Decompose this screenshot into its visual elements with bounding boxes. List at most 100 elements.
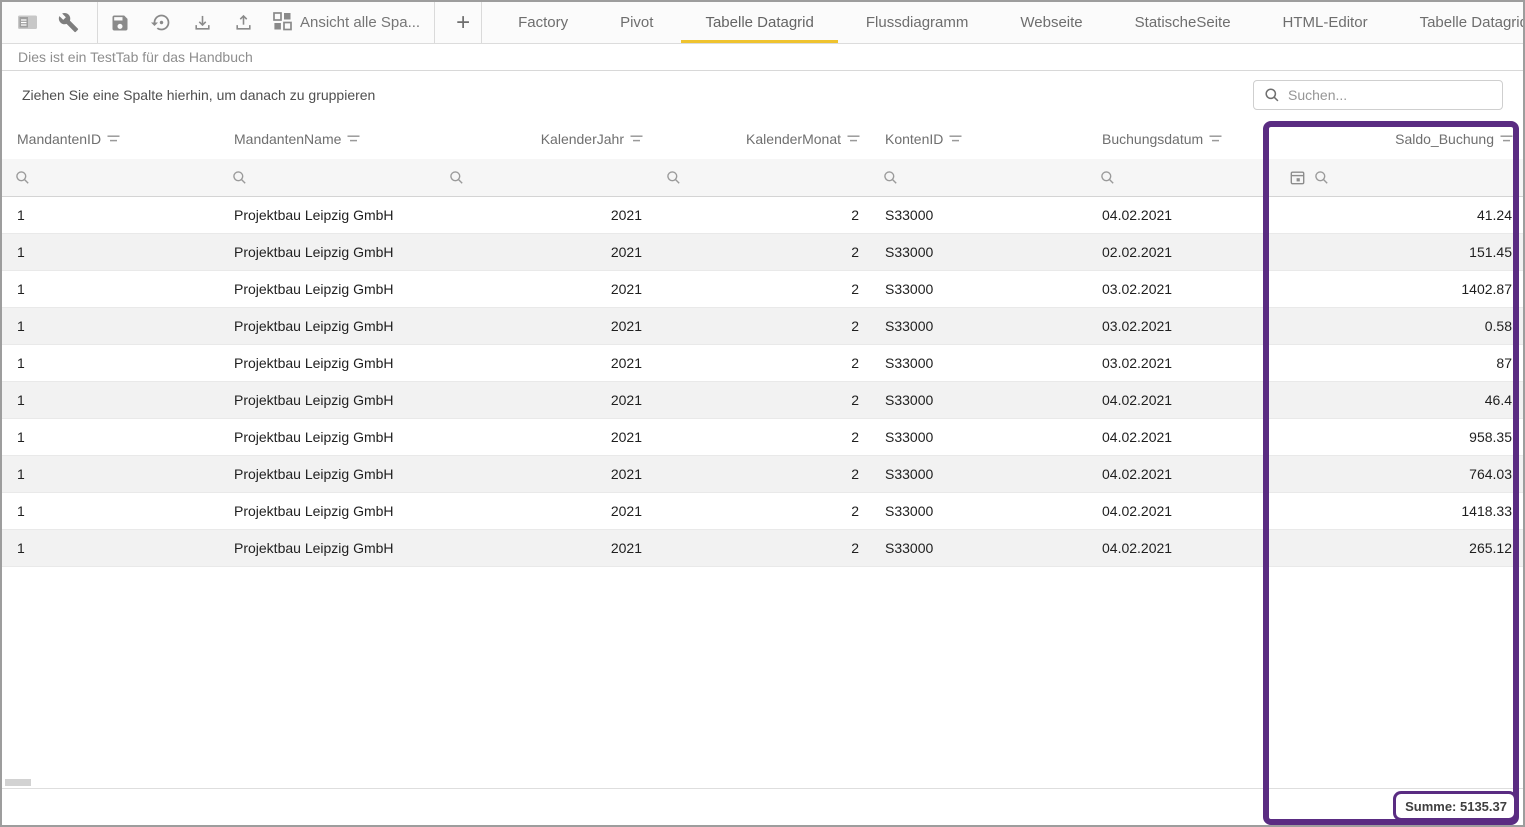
cell-kalenderjahr[interactable]: 2021 [436, 197, 653, 233]
cell-buchungsdatum[interactable]: 03.02.2021 [1087, 271, 1268, 307]
filter-cell-kalenderjahr[interactable] [436, 159, 653, 196]
cell-buchungsdatum[interactable]: 04.02.2021 [1087, 530, 1268, 566]
cell-mandantenid[interactable]: 1 [2, 197, 219, 233]
cell-kalenderjahr[interactable]: 2021 [436, 382, 653, 418]
cell-saldo-buchung[interactable]: 764.03 [1268, 456, 1523, 492]
cell-kontenid[interactable]: S33000 [870, 234, 1087, 270]
table-row[interactable]: 1Projektbau Leipzig GmbH20212S3300003.02… [2, 345, 1523, 382]
cell-mandantenname[interactable]: Projektbau Leipzig GmbH [219, 197, 436, 233]
cell-saldo-buchung[interactable]: 151.45 [1268, 234, 1523, 270]
cell-mandantenname[interactable]: Projektbau Leipzig GmbH [219, 493, 436, 529]
cell-kontenid[interactable]: S33000 [870, 308, 1087, 344]
cell-saldo-buchung[interactable]: 1418.33 [1268, 493, 1523, 529]
cell-mandantenid[interactable]: 1 [2, 234, 219, 270]
tab-statischeseite[interactable]: StatischeSeite [1109, 2, 1257, 43]
cell-saldo-buchung[interactable]: 1402.87 [1268, 271, 1523, 307]
horizontal-scrollbar-thumb[interactable] [5, 779, 31, 786]
cell-mandantenname[interactable]: Projektbau Leipzig GmbH [219, 456, 436, 492]
cell-saldo-buchung[interactable]: 265.12 [1268, 530, 1523, 566]
cell-kontenid[interactable]: S33000 [870, 530, 1087, 566]
column-header-saldo-buchung[interactable]: Saldo_Buchung [1268, 119, 1523, 159]
cell-mandantenname[interactable]: Projektbau Leipzig GmbH [219, 382, 436, 418]
restore-history-button[interactable] [149, 11, 173, 35]
cell-mandantenid[interactable]: 1 [2, 382, 219, 418]
calendar-icon[interactable] [1290, 170, 1305, 185]
tab-tabelle-datagrid2[interactable]: Tabelle Datagrid2 [1394, 2, 1525, 43]
column-filter-icon[interactable] [346, 134, 361, 144]
cell-buchungsdatum[interactable]: 04.02.2021 [1087, 493, 1268, 529]
cell-saldo-buchung[interactable]: 46.4 [1268, 382, 1523, 418]
table-row[interactable]: 1Projektbau Leipzig GmbH20212S3300003.02… [2, 271, 1523, 308]
tab-factory[interactable]: Factory [492, 2, 594, 43]
cell-kalendermonat[interactable]: 2 [653, 493, 870, 529]
cell-saldo-buchung[interactable]: 41.24 [1268, 197, 1523, 233]
cell-buchungsdatum[interactable]: 04.02.2021 [1087, 382, 1268, 418]
cell-mandantenid[interactable]: 1 [2, 271, 219, 307]
cell-kalendermonat[interactable]: 2 [653, 456, 870, 492]
tab-pivot[interactable]: Pivot [594, 2, 679, 43]
cell-mandantenname[interactable]: Projektbau Leipzig GmbH [219, 271, 436, 307]
cell-mandantenid[interactable]: 1 [2, 493, 219, 529]
magnifier-icon[interactable] [1314, 170, 1329, 185]
magnifier-icon[interactable] [1100, 170, 1115, 185]
tab-tabelle-datagrid[interactable]: Tabelle Datagrid [679, 2, 839, 43]
cell-mandantenname[interactable]: Projektbau Leipzig GmbH [219, 530, 436, 566]
cell-buchungsdatum[interactable]: 02.02.2021 [1087, 234, 1268, 270]
cell-saldo-buchung[interactable]: 958.35 [1268, 419, 1523, 455]
cell-mandantenid[interactable]: 1 [2, 419, 219, 455]
magnifier-icon[interactable] [883, 170, 898, 185]
filter-cell-kalendermonat[interactable] [653, 159, 870, 196]
upload-button[interactable] [231, 11, 255, 35]
cell-kontenid[interactable]: S33000 [870, 456, 1087, 492]
table-row[interactable]: 1Projektbau Leipzig GmbH20212S3300004.02… [2, 456, 1523, 493]
column-header-kontenid[interactable]: KontenID [870, 119, 1087, 159]
cell-buchungsdatum[interactable]: 03.02.2021 [1087, 308, 1268, 344]
cell-kalendermonat[interactable]: 2 [653, 234, 870, 270]
tab-webseite[interactable]: Webseite [994, 2, 1108, 43]
cell-mandantenid[interactable]: 1 [2, 308, 219, 344]
settings-button[interactable] [56, 11, 80, 35]
column-header-mandantenname[interactable]: MandantenName [219, 119, 436, 159]
cell-kalendermonat[interactable]: 2 [653, 345, 870, 381]
cell-kalendermonat[interactable]: 2 [653, 382, 870, 418]
cell-saldo-buchung[interactable]: 0.58 [1268, 308, 1523, 344]
column-filter-icon[interactable] [629, 134, 644, 144]
cell-mandantenid[interactable]: 1 [2, 530, 219, 566]
cell-kalenderjahr[interactable]: 2021 [436, 345, 653, 381]
cell-kontenid[interactable]: S33000 [870, 419, 1087, 455]
cell-kontenid[interactable]: S33000 [870, 345, 1087, 381]
table-row[interactable]: 1Projektbau Leipzig GmbH20212S3300003.02… [2, 308, 1523, 345]
magnifier-icon[interactable] [449, 170, 464, 185]
cell-buchungsdatum[interactable]: 03.02.2021 [1087, 345, 1268, 381]
cell-kalenderjahr[interactable]: 2021 [436, 530, 653, 566]
magnifier-icon[interactable] [232, 170, 247, 185]
column-header-kalenderjahr[interactable]: KalenderJahr [436, 119, 653, 159]
save-button[interactable] [108, 11, 132, 35]
cell-buchungsdatum[interactable]: 04.02.2021 [1087, 419, 1268, 455]
table-row[interactable]: 1Projektbau Leipzig GmbH20212S3300004.02… [2, 382, 1523, 419]
table-row[interactable]: 1Projektbau Leipzig GmbH20212S3300004.02… [2, 530, 1523, 567]
cell-kontenid[interactable]: S33000 [870, 197, 1087, 233]
column-filter-icon[interactable] [948, 134, 963, 144]
column-header-buchungsdatum[interactable]: Buchungsdatum [1087, 119, 1268, 159]
cell-kalendermonat[interactable]: 2 [653, 197, 870, 233]
table-row[interactable]: 1Projektbau Leipzig GmbH20212S3300004.02… [2, 419, 1523, 456]
cell-kontenid[interactable]: S33000 [870, 382, 1087, 418]
filter-cell-mandantenid[interactable] [2, 159, 219, 196]
cell-kalenderjahr[interactable]: 2021 [436, 234, 653, 270]
magnifier-icon[interactable] [666, 170, 681, 185]
column-header-mandantenid[interactable]: MandantenID [2, 119, 219, 159]
cell-kontenid[interactable]: S33000 [870, 271, 1087, 307]
cell-kalenderjahr[interactable]: 2021 [436, 271, 653, 307]
filter-cell-kontenid[interactable] [870, 159, 1087, 196]
cell-mandantenname[interactable]: Projektbau Leipzig GmbH [219, 345, 436, 381]
group-by-drop-zone[interactable]: Ziehen Sie eine Spalte hierhin, um danac… [2, 71, 1523, 119]
add-tab-button[interactable]: + [445, 11, 481, 35]
download-button[interactable] [190, 11, 214, 35]
filter-cell-buchungsdatum[interactable] [1087, 159, 1268, 196]
column-filter-icon[interactable] [1208, 134, 1223, 144]
cell-kalenderjahr[interactable]: 2021 [436, 308, 653, 344]
column-filter-icon[interactable] [106, 134, 121, 144]
cell-kontenid[interactable]: S33000 [870, 493, 1087, 529]
cell-kalenderjahr[interactable]: 2021 [436, 419, 653, 455]
